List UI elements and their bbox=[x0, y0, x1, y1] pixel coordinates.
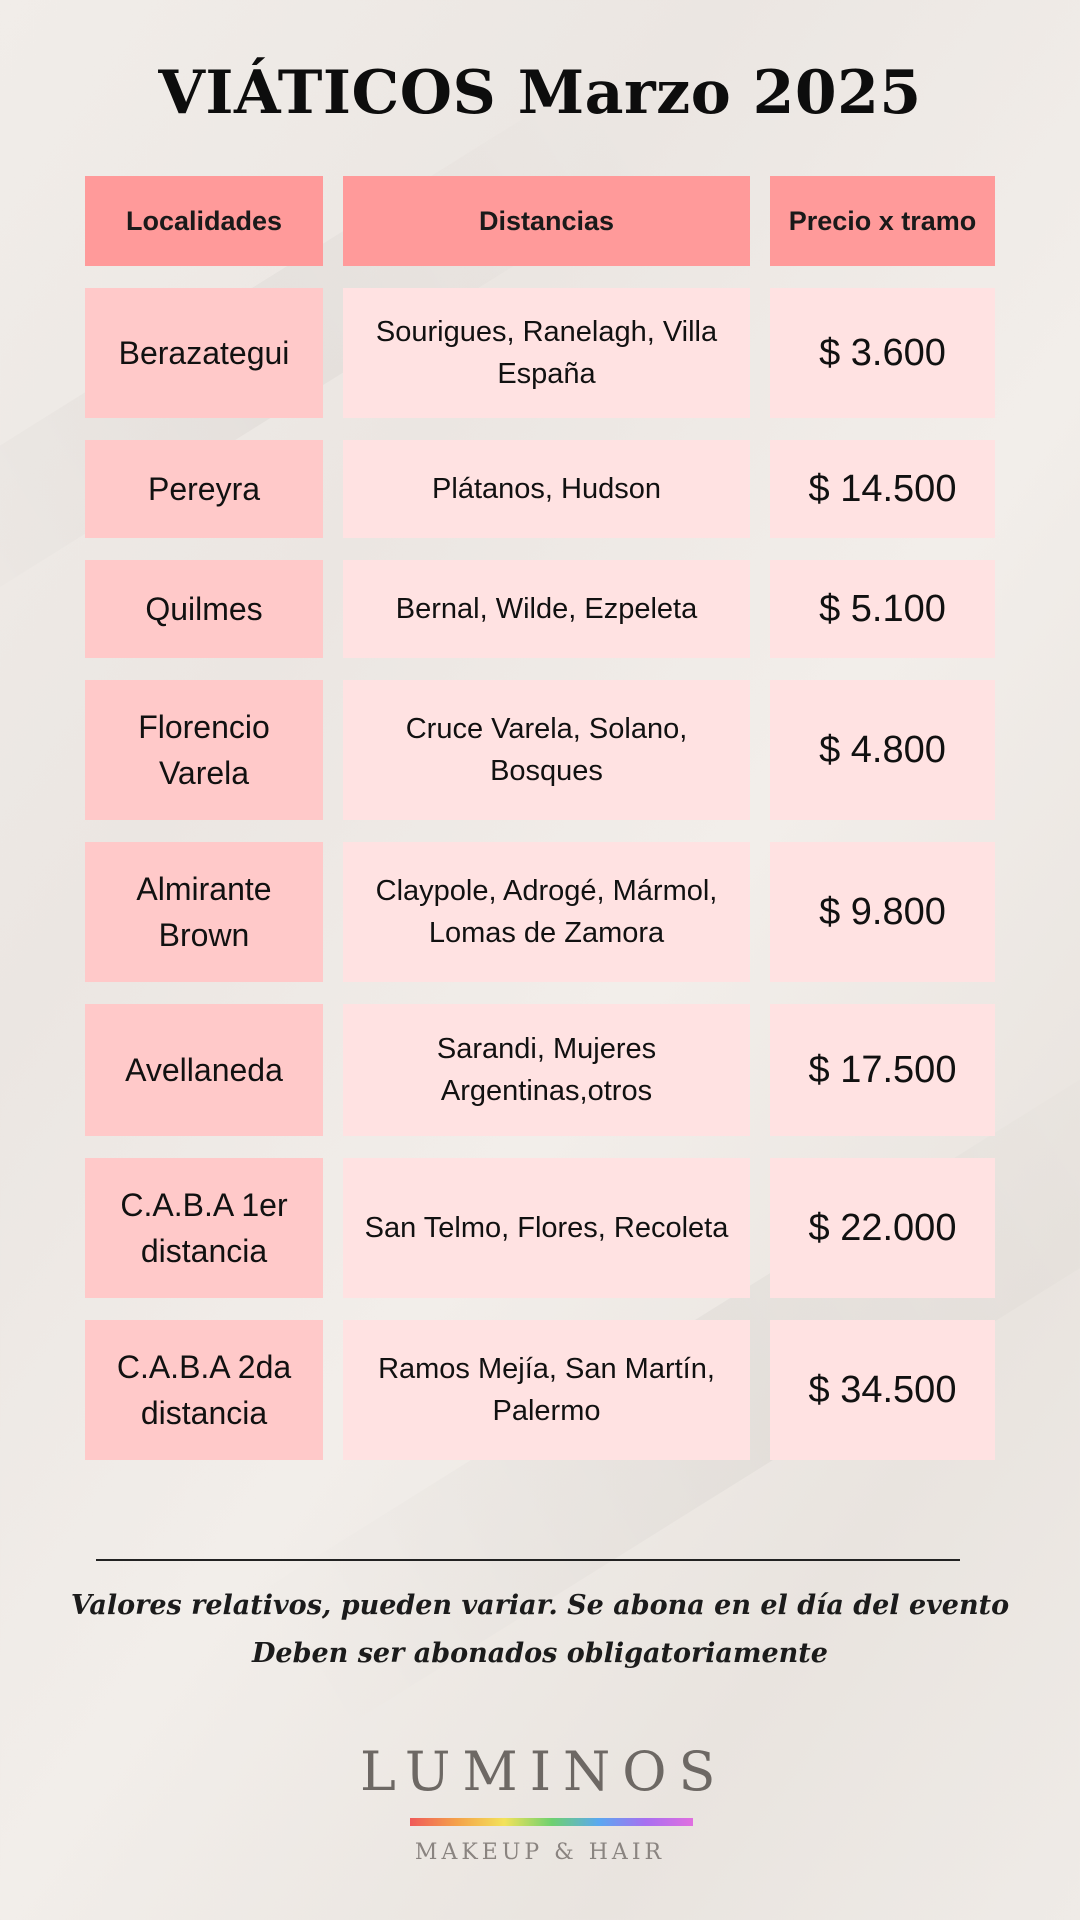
precio-cell: $ 34.500 bbox=[770, 1320, 995, 1460]
header-precio: Precio x tramo bbox=[770, 176, 995, 266]
distancias-cell: Ramos Mejía, San Martín, Palermo bbox=[343, 1320, 750, 1460]
precio-cell: $ 3.600 bbox=[770, 288, 995, 418]
precio-cell: $ 22.000 bbox=[770, 1158, 995, 1298]
distancias-cell: Claypole, Adrogé, Mármol, Lomas de Zamor… bbox=[343, 842, 750, 982]
localidad-cell: Quilmes bbox=[85, 560, 323, 658]
footer-note-line1: Valores relativos, pueden variar. Se abo… bbox=[70, 1590, 1010, 1621]
localidad-cell: Avellaneda bbox=[85, 1004, 323, 1136]
precio-cell: $ 4.800 bbox=[770, 680, 995, 820]
precio-cell: $ 14.500 bbox=[770, 440, 995, 538]
precio-cell: $ 5.100 bbox=[770, 560, 995, 658]
localidad-cell: Almirante Brown bbox=[85, 842, 323, 982]
page-title: VIÁTICOS Marzo 2025 bbox=[158, 58, 922, 128]
localidad-cell: Berazategui bbox=[85, 288, 323, 418]
localidad-cell: C.A.B.A 1er distancia bbox=[85, 1158, 323, 1298]
distancias-cell: Sourigues, Ranelagh, Villa España bbox=[343, 288, 750, 418]
distancias-cell: Bernal, Wilde, Ezpeleta bbox=[343, 560, 750, 658]
distancias-cell: Cruce Varela, Solano, Bosques bbox=[343, 680, 750, 820]
footer-note-line2: Deben ser abonados obligatoriamente bbox=[252, 1638, 828, 1669]
logo-rainbow-bar bbox=[410, 1818, 693, 1826]
luminos-logo: LUMINOS MAKEUP & HAIR bbox=[360, 1740, 720, 1880]
logo-tagline: MAKEUP & HAIR bbox=[414, 1840, 666, 1865]
precio-cell: $ 9.800 bbox=[770, 842, 995, 982]
divider bbox=[96, 1559, 960, 1561]
localidad-cell: Florencio Varela bbox=[85, 680, 323, 820]
header-localidades: Localidades bbox=[85, 176, 323, 266]
distancias-cell: Plátanos, Hudson bbox=[343, 440, 750, 538]
localidad-cell: C.A.B.A 2da distancia bbox=[85, 1320, 323, 1460]
header-distancias: Distancias bbox=[343, 176, 750, 266]
localidad-cell: Pereyra bbox=[85, 440, 323, 538]
logo-brand-text: LUMINOS bbox=[360, 1740, 728, 1803]
precio-cell: $ 17.500 bbox=[770, 1004, 995, 1136]
distancias-cell: San Telmo, Flores, Recoleta bbox=[343, 1158, 750, 1298]
distancias-cell: Sarandi, Mujeres Argentinas,otros bbox=[343, 1004, 750, 1136]
